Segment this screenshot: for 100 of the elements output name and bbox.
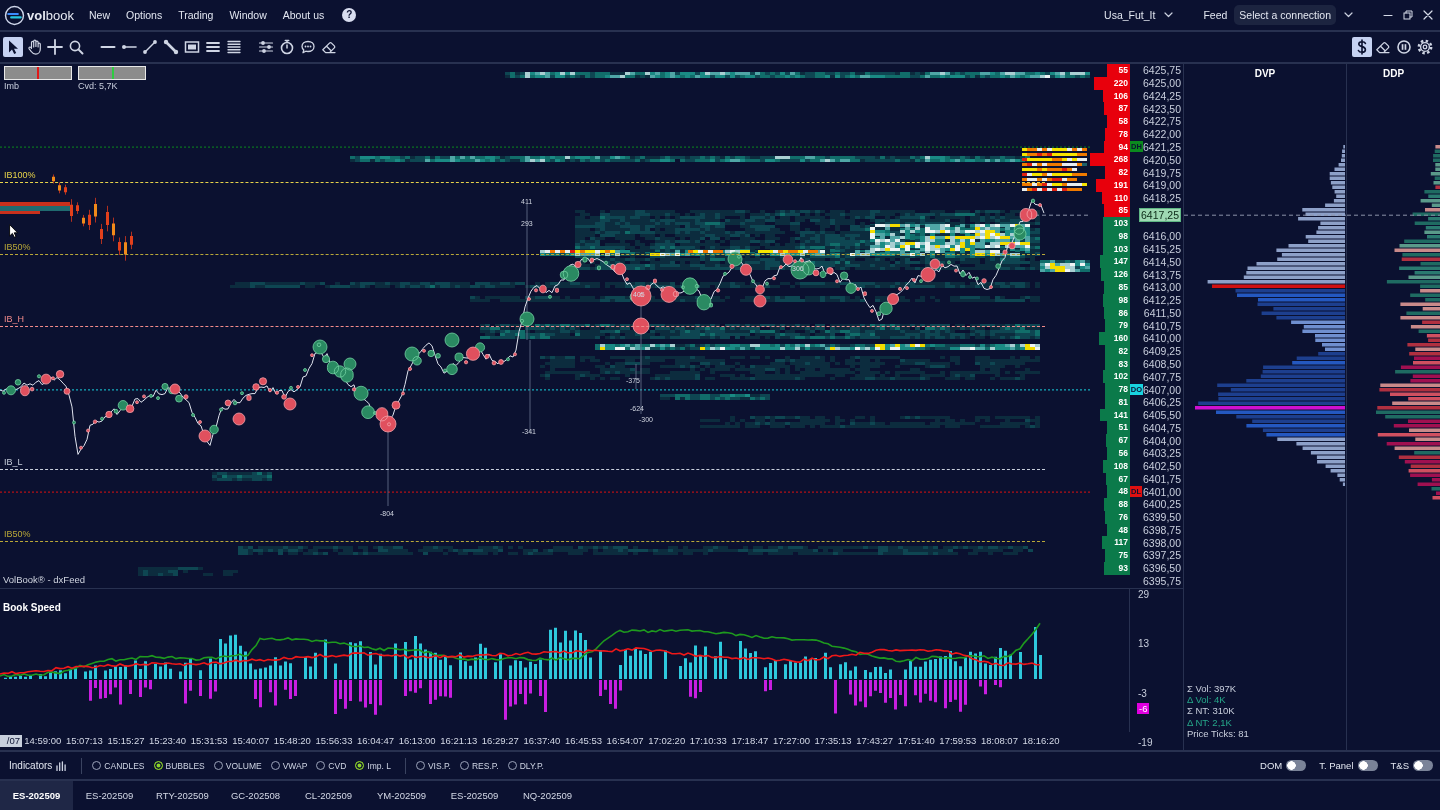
stat-text: Σ NT: 310K (1187, 705, 1235, 717)
workspace-dropdown[interactable]: Usa_Fut_It (1104, 9, 1174, 21)
volume-profile-bar: 78 (1104, 383, 1130, 396)
volume-profile-bar: 87 (1104, 102, 1130, 116)
price-label: 6413,00 (1143, 281, 1181, 294)
volume-profile-bar: 160 (1098, 332, 1130, 345)
time-label: 17:35:13 (813, 735, 853, 747)
indicator-option[interactable]: VOLUME (213, 760, 262, 771)
price-label: 6422,75 (1143, 115, 1181, 128)
menu-item[interactable]: Options (125, 7, 164, 23)
connection-button[interactable]: Select a connection (1234, 5, 1336, 25)
instrument-tab[interactable]: NQ-202509 (511, 781, 584, 810)
time-label: 16:37:40 (522, 735, 562, 747)
indicator-option[interactable]: VIS.P. (415, 760, 451, 771)
time-label: 15:48:20 (272, 735, 312, 747)
time-label: 16:29:27 (480, 735, 520, 747)
panel-title: DDP (1382, 67, 1405, 81)
time-label: 18:16:20 (1021, 735, 1061, 747)
instrument-tab[interactable]: GC-202508 (219, 781, 292, 810)
current-price-label: 6417,25 (1139, 208, 1181, 223)
price-label: 6403,25 (1143, 447, 1181, 460)
price-label: 6424,25 (1143, 89, 1181, 102)
price-label: 6401,00 (1143, 485, 1181, 498)
menu-item[interactable]: New (88, 7, 111, 23)
pause-icon[interactable] (1394, 37, 1414, 57)
toggle-switch[interactable] (1413, 760, 1433, 771)
volume-profile-bar: 55 (1106, 64, 1130, 77)
dollar-icon[interactable] (1352, 37, 1372, 57)
time-label: 14:59:00 (23, 735, 63, 747)
time-label: 17:02:20 (647, 735, 687, 747)
price-label: 6399,50 (1143, 511, 1181, 524)
volume-profile-bar: 268 (1090, 153, 1130, 167)
time-label: 16:45:53 (564, 735, 603, 747)
crosshair-icon[interactable] (45, 37, 65, 57)
time-label: 17:51:40 (896, 735, 936, 747)
date-label: /07 (0, 735, 22, 747)
volume-profile-bar: 85 (1104, 204, 1130, 218)
price-label: 6409,25 (1143, 345, 1181, 358)
logo-icon (4, 4, 25, 26)
price-label: 6411,50 (1143, 306, 1181, 319)
price-label: 6408,50 (1143, 358, 1181, 370)
toggle-switch[interactable] (1357, 760, 1378, 771)
time-label: 15:31:53 (189, 735, 229, 747)
price-label: 6416,00 (1143, 230, 1181, 243)
time-label: 16:21:13 (439, 735, 479, 747)
instrument-tab[interactable]: CL-202509 (292, 781, 365, 810)
instrument-tab[interactable]: RTY-202509 (146, 781, 219, 810)
instrument-tab[interactable]: YM-202509 (365, 781, 438, 810)
feed-label: Feed (1203, 9, 1228, 21)
instrument-tab[interactable]: ES-202509 (0, 781, 73, 810)
price-label: 6415,25 (1143, 243, 1181, 256)
axis-label: -19 (1138, 737, 1153, 749)
chevron-down-icon (1164, 12, 1174, 18)
time-label: 17:59:53 (938, 735, 978, 747)
restore-icon[interactable] (1403, 10, 1413, 20)
indicator-option[interactable]: DLY.P. (507, 760, 544, 771)
radio-button[interactable] (153, 761, 163, 770)
price-label: 6423,50 (1143, 102, 1181, 115)
menu-item[interactable]: About us (281, 7, 326, 23)
volume-profile-bar: 51 (1107, 421, 1130, 435)
radio-button[interactable] (355, 761, 365, 770)
diagonal-ruler-icon[interactable] (161, 37, 181, 57)
indicator-option[interactable]: Imp. L (355, 760, 391, 771)
chevron-down-icon[interactable] (1344, 12, 1353, 18)
price-label: 6397,25 (1143, 549, 1181, 562)
indicator-option[interactable]: VWAP (270, 760, 308, 771)
time-label: 15:40:07 (231, 735, 271, 747)
gear-icon[interactable] (1415, 37, 1435, 57)
price-label: 6419,00 (1143, 179, 1181, 192)
time-label: 16:13:00 (397, 735, 437, 747)
price-label: 6396,50 (1143, 562, 1181, 575)
axis-label: 29 (1138, 589, 1150, 601)
indicator-option[interactable]: RES.P. (459, 760, 499, 771)
instrument-tab[interactable]: ES-202509 (438, 781, 511, 810)
close-icon[interactable] (1423, 10, 1433, 20)
price-label: 6410,00 (1143, 332, 1181, 345)
trend-line-icon[interactable] (140, 37, 160, 57)
indicators-button[interactable]: Indicators (9, 760, 68, 771)
stat-text: Σ Vol: 397K (1187, 683, 1237, 695)
logo-text: volbook (27, 7, 74, 23)
instrument-tab[interactable]: ES-202509 (73, 781, 146, 810)
price-label: 6420,50 (1143, 153, 1181, 166)
volume-profile-bar: 220 (1093, 76, 1130, 90)
price-label: 6422,00 (1143, 128, 1181, 141)
price-label: 6425,75 (1143, 64, 1181, 77)
indicator-option[interactable]: CVD (316, 760, 347, 771)
panel-title: DVP (1254, 67, 1276, 81)
toggle-switch[interactable] (1286, 760, 1307, 771)
toggle-label: DOM (1260, 760, 1283, 771)
volume-profile-bar: 147 (1099, 255, 1130, 269)
price-label: 6405,50 (1143, 409, 1181, 422)
price-label: 6419,75 (1143, 166, 1181, 179)
volume-profile-bar: 102 (1103, 370, 1130, 384)
indicator-option[interactable]: CANDLES (92, 760, 145, 771)
stat-text: Δ NT: 2,1K (1187, 716, 1232, 728)
indicator-option[interactable]: BUBBLES (153, 760, 205, 771)
menu-item[interactable]: Trading (177, 7, 215, 23)
price-label: 6407,75 (1143, 370, 1181, 383)
menu-item[interactable]: Window (228, 7, 268, 23)
help-button[interactable]: ? (342, 8, 357, 22)
